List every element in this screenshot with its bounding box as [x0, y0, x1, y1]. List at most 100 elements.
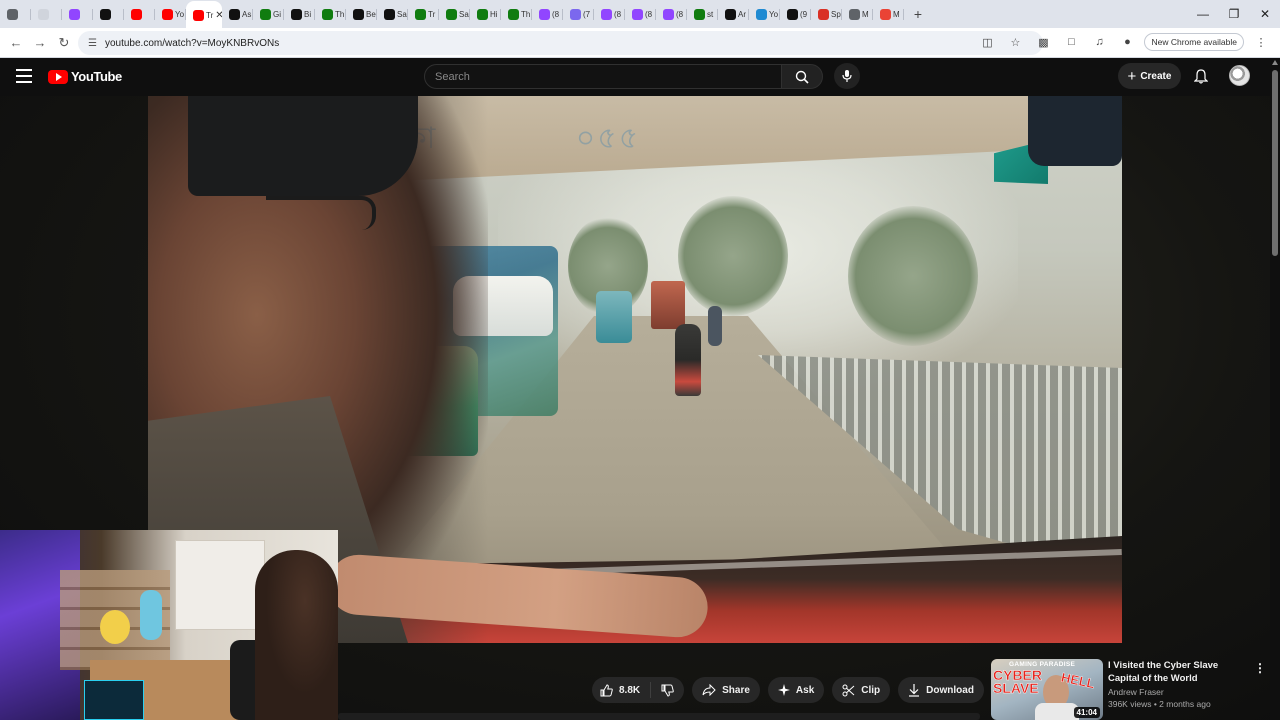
tab-title: M [893, 9, 900, 19]
forward-icon[interactable]: → [28, 31, 52, 55]
extensions-icon[interactable]: ▩ [1032, 31, 1054, 53]
browser-tab[interactable]: Ar [718, 1, 749, 27]
browser-tab[interactable]: (8 [625, 1, 656, 27]
browser-tab[interactable]: Sa [439, 1, 470, 27]
tab-title: (8 [552, 9, 560, 19]
browser-tab[interactable]: (7 [563, 1, 594, 27]
browser-tab[interactable]: M [842, 1, 873, 27]
browser-tab[interactable] [93, 1, 124, 27]
browser-tab[interactable]: Tr ✕ [186, 1, 222, 29]
xbox-icon [322, 8, 333, 20]
share-button[interactable]: Share [692, 677, 760, 703]
kick-icon [384, 8, 395, 20]
browser-tab[interactable]: Yo [749, 1, 780, 27]
copilot-icon [570, 8, 581, 20]
media-control-icon[interactable]: ♫ [1088, 31, 1110, 53]
browser-tab[interactable]: (8 [656, 1, 687, 27]
like-button[interactable]: 8.8K [592, 682, 652, 698]
browser-tab[interactable]: Tr [408, 1, 439, 27]
video-actions: 8.8K Share Ask Clip Download ⋯ [592, 677, 1018, 703]
back-icon[interactable]: ← [4, 31, 28, 55]
chrome-menu-icon[interactable]: ⋮ [1250, 31, 1272, 53]
reload-icon[interactable]: ↻ [52, 31, 76, 55]
tab-title: Tr [428, 9, 436, 19]
close-window-icon[interactable]: ✕ [1249, 0, 1280, 28]
search-button[interactable] [781, 64, 823, 89]
browser-tab[interactable] [124, 1, 155, 27]
dislike-button[interactable] [651, 684, 684, 697]
recommended-video[interactable]: GAMING PARADISE CYBER SLAVE HELL 41:04 I… [991, 659, 1266, 720]
twitch-icon [663, 8, 674, 20]
recommended-title[interactable]: I Visited the Cyber Slave Capital of the… [1108, 659, 1250, 685]
tab-title: As [242, 9, 252, 19]
profile-icon[interactable]: ● [1116, 31, 1138, 53]
recommended-channel[interactable]: Andrew Fraser [1108, 687, 1250, 697]
address-bar[interactable]: ☰ youtube.com/watch?v=MoyKNBRvONs [78, 31, 1043, 55]
sidepanel-icon[interactable]: □ [1060, 31, 1082, 53]
new-tab-icon[interactable]: + [908, 6, 928, 22]
browser-tab[interactable] [62, 1, 93, 27]
scrollbar-thumb[interactable] [1272, 70, 1278, 256]
browser-tab[interactable]: As [222, 1, 253, 27]
xbox-icon [446, 8, 457, 20]
browser-tab[interactable]: Be [346, 1, 377, 27]
recommended-meta: I Visited the Cyber Slave Capital of the… [1108, 659, 1250, 709]
browser-tab[interactable]: Sp [811, 1, 842, 27]
search-input[interactable]: Search [424, 64, 782, 89]
thumbs-down-icon [661, 684, 674, 697]
stop-icon [818, 8, 829, 20]
video-motorbike [708, 306, 722, 346]
close-tab-icon[interactable]: ✕ [215, 10, 222, 21]
browser-tab[interactable] [31, 1, 62, 27]
sparkle-icon [777, 684, 790, 696]
tab-strip: Yo Tr ✕ As Gi Bi Th Be Sa Tr Sa Hi Th (8 (7 (8 (8 (8 st Ar Y… [0, 0, 1280, 29]
scroll-up-icon[interactable] [1272, 60, 1278, 65]
video-truck [651, 281, 685, 329]
cam-plush-toy [140, 590, 162, 640]
threads-icon [787, 8, 798, 20]
webcam-overlay [0, 530, 338, 720]
page-scrollbar[interactable] [1270, 58, 1280, 720]
tab-title: st [707, 9, 714, 19]
tab-title: Sa [397, 9, 407, 19]
browser-tab[interactable]: Bi [284, 1, 315, 27]
browser-tab[interactable]: (9 [780, 1, 811, 27]
browser-tab[interactable]: Th [501, 1, 532, 27]
cam-keyboard [84, 680, 144, 720]
browser-tab[interactable]: (8 [594, 1, 625, 27]
recommended-thumbnail[interactable]: GAMING PARADISE CYBER SLAVE HELL 41:04 [991, 659, 1103, 720]
thumb-title-text: CYBER SLAVE [993, 667, 1043, 696]
browser-tab[interactable]: M [873, 1, 904, 27]
browser-tab[interactable]: Gi [253, 1, 284, 27]
voice-search-button[interactable] [834, 63, 860, 89]
youtube-logo[interactable]: YouTube [48, 69, 122, 84]
browser-tab[interactable]: (8 [532, 1, 563, 27]
video-person-glasses [266, 196, 376, 230]
tab-title: (8 [645, 9, 653, 19]
account-avatar[interactable] [1229, 65, 1250, 86]
menu-icon[interactable] [16, 69, 32, 83]
create-button[interactable]: + Create [1118, 63, 1181, 89]
browser-tab[interactable]: Th [315, 1, 346, 27]
browser-tab[interactable] [0, 1, 31, 27]
bookmark-star-icon[interactable]: ☆ [1004, 31, 1026, 53]
kick-icon [229, 8, 240, 20]
site-info-icon[interactable]: ☰ [88, 38, 97, 49]
notifications-button[interactable] [1191, 66, 1211, 86]
tab-title: (7 [583, 9, 591, 19]
browser-tab[interactable]: Hi [470, 1, 501, 27]
recommended-menu-icon[interactable]: ⋮ [1254, 661, 1266, 675]
clip-button[interactable]: Clip [832, 677, 891, 703]
ask-button[interactable]: Ask [767, 677, 825, 703]
new-chrome-available-button[interactable]: New Chrome available [1144, 33, 1244, 51]
tab-title: (8 [676, 9, 684, 19]
kick-icon [291, 8, 302, 20]
blank-icon [38, 8, 49, 20]
restore-icon[interactable]: ❐ [1218, 0, 1250, 28]
minimize-icon[interactable]: — [1187, 0, 1219, 28]
browser-tab[interactable]: Sa [377, 1, 408, 27]
browser-tab[interactable]: Yo [155, 1, 186, 27]
browser-tab[interactable]: st [687, 1, 718, 27]
download-button[interactable]: Download [898, 677, 984, 703]
install-app-icon[interactable]: ◫ [976, 31, 998, 53]
